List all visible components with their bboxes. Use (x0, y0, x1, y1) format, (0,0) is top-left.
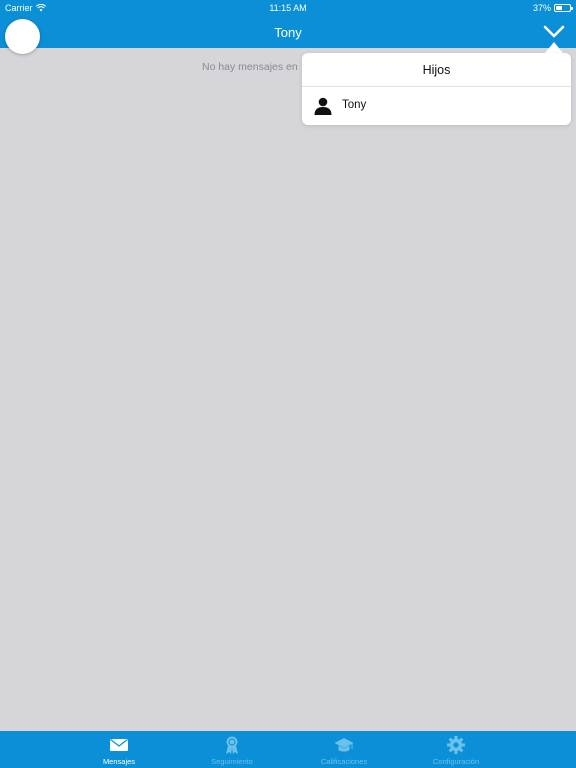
popover-title: Hijos (302, 53, 571, 87)
envelope-icon (110, 739, 128, 751)
graduation-cap-icon (334, 738, 354, 752)
nav-title: Tony (274, 25, 302, 40)
child-list-item[interactable]: Tony (302, 87, 571, 125)
tab-mensajes[interactable]: Mensajes (59, 731, 179, 768)
children-dropdown-button[interactable] (542, 22, 566, 42)
avatar[interactable] (5, 19, 40, 54)
battery-icon (554, 4, 573, 12)
tab-label: Seguimiento (211, 757, 253, 766)
chevron-down-icon (543, 25, 565, 38)
children-popover: Hijos Tony (302, 53, 571, 125)
tab-label: Configuración (432, 757, 480, 766)
child-name: Tony (342, 99, 367, 111)
tab-calificaciones[interactable]: Calificaciones (284, 731, 404, 768)
gear-icon (447, 736, 465, 754)
status-battery: 37% (532, 3, 573, 13)
tab-seguimiento[interactable]: Seguimiento (172, 731, 292, 768)
tab-bar: Mensajes Seguimiento Calificaciones Conf… (0, 731, 576, 768)
tab-label: Calificaciones (320, 757, 368, 766)
nav-bar: Carrier 11:15 AM 37% Tony (0, 0, 576, 48)
battery-percent: 37% (532, 3, 551, 13)
tab-label: Mensajes (102, 757, 136, 766)
status-bar: Carrier 11:15 AM 37% (0, 0, 576, 16)
popover-arrow (545, 42, 563, 53)
empty-messages-text: No hay mensajes en (202, 61, 298, 73)
tab-configuracion[interactable]: Configuración (396, 731, 516, 768)
award-ribbon-icon (226, 736, 238, 755)
user-icon (314, 97, 332, 115)
status-time: 11:15 AM (269, 3, 307, 13)
